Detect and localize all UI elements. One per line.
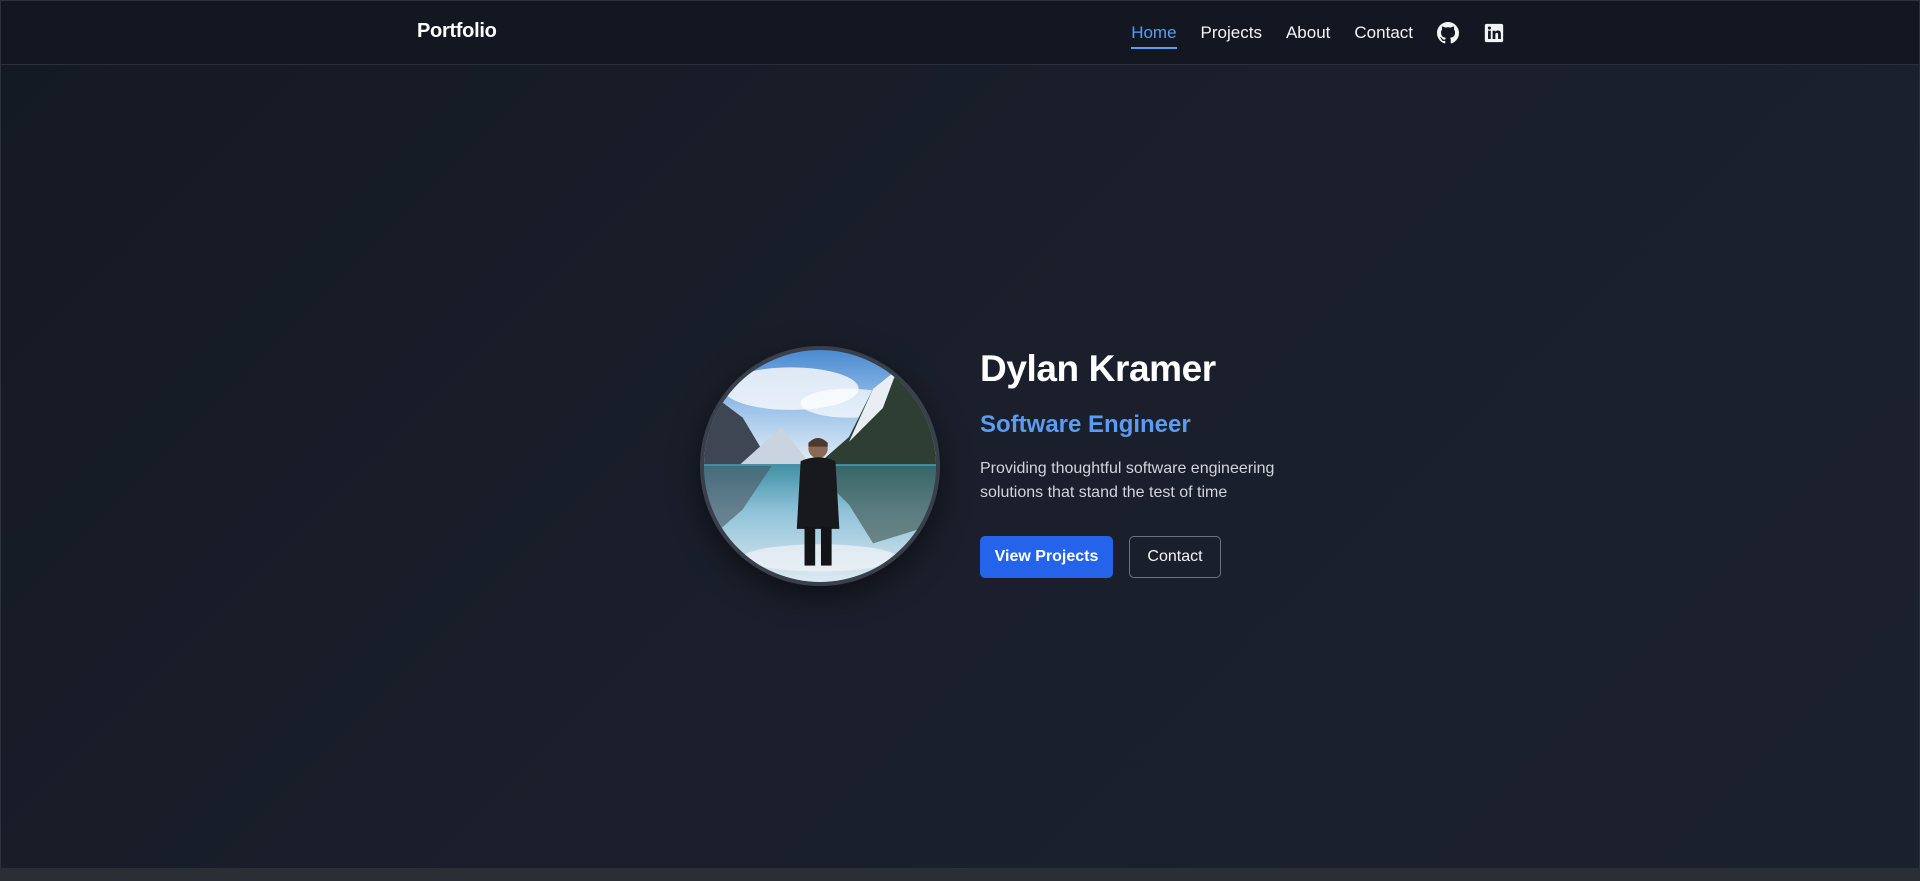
contact-button[interactable]: Contact xyxy=(1129,536,1221,578)
hero-role: Software Engineer xyxy=(980,411,1191,438)
hero-tagline: Providing thoughtful software engineerin… xyxy=(980,460,1275,501)
hero-section: Dylan Kramer Software Engineer Providing… xyxy=(0,0,1920,881)
view-projects-button[interactable]: View Projects xyxy=(980,536,1113,578)
hero-name: Dylan Kramer xyxy=(980,348,1216,389)
profile-photo xyxy=(700,346,940,586)
